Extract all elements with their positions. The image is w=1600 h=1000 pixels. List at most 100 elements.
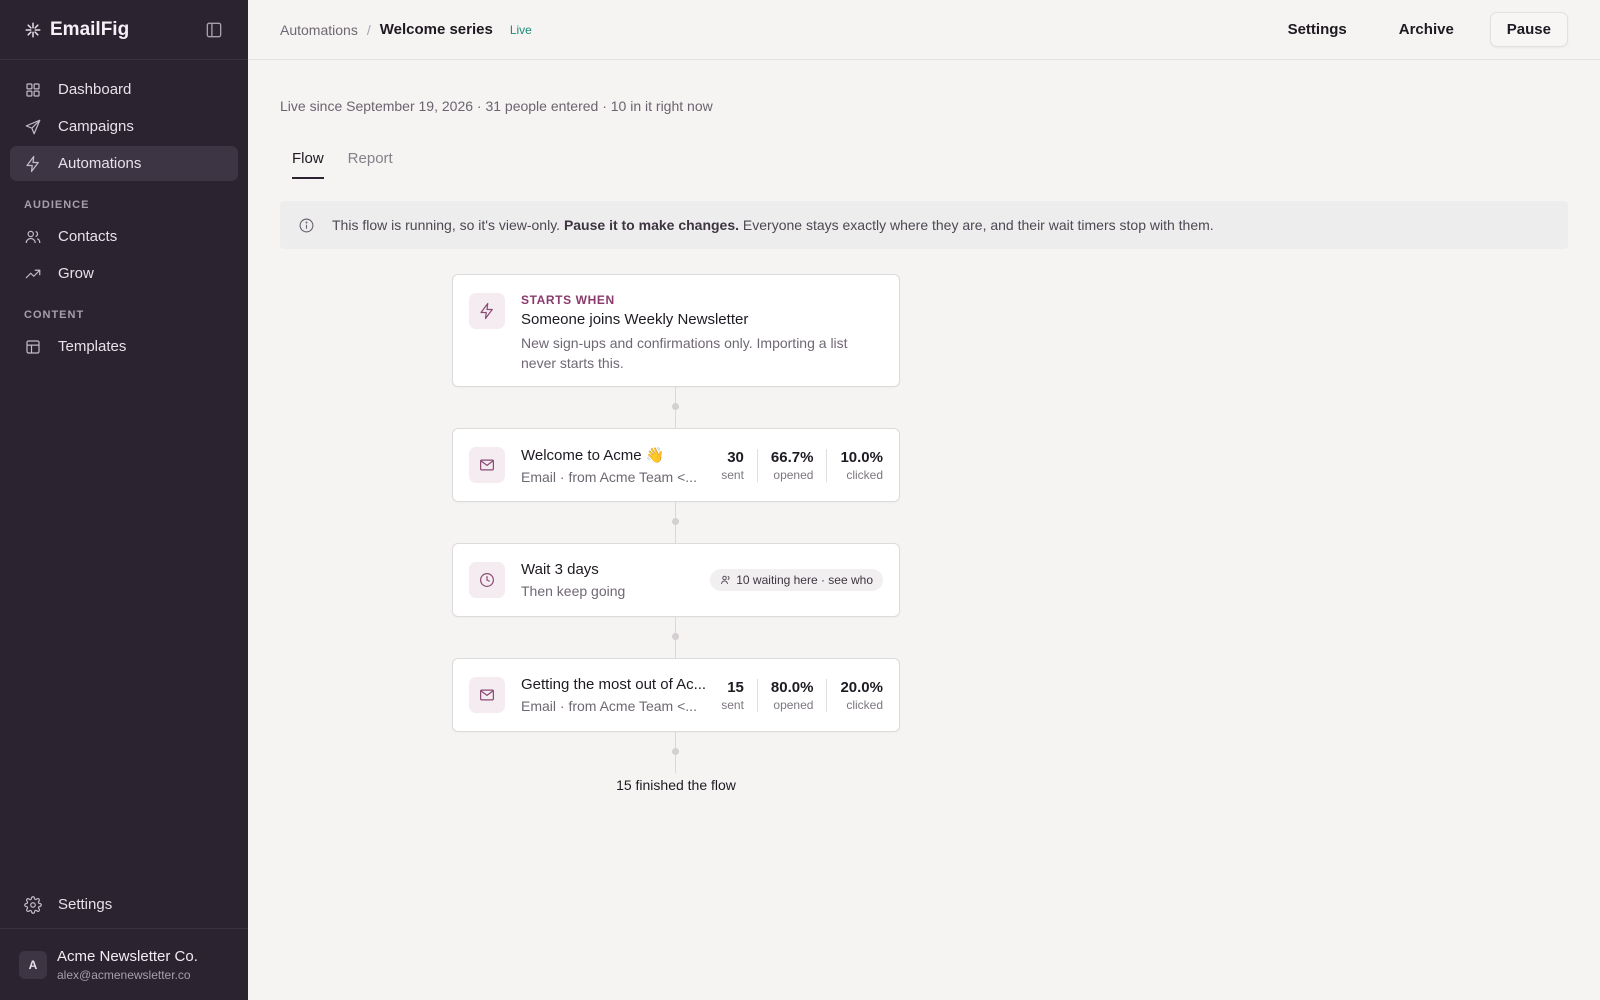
avatar: A bbox=[19, 950, 47, 979]
flow-canvas: STARTS WHEN Someone joins Weekly Newslet… bbox=[452, 274, 900, 793]
users-icon bbox=[25, 230, 41, 243]
stat-label: sent bbox=[721, 467, 744, 482]
email-sender: Email · from Acme Team <... bbox=[521, 468, 697, 485]
flow-connector bbox=[452, 502, 900, 543]
email-step-card[interactable]: Getting the most out of Ac... Email · fr… bbox=[452, 658, 900, 732]
tab-bar: Flow Report bbox=[292, 150, 1568, 179]
flow-finished-count: 15 finished the flow bbox=[616, 777, 736, 793]
waiting-people-button[interactable]: 10 waiting here · see who bbox=[710, 569, 883, 591]
mail-icon bbox=[480, 689, 494, 701]
nav-section-content: CONTENT bbox=[24, 309, 85, 321]
nav-section-audience: AUDIENCE bbox=[24, 199, 90, 211]
flow-meta: Live since September 19, 2026 · 31 peopl… bbox=[280, 98, 713, 114]
account-switcher[interactable]: A Acme Newsletter Co. alex@acmenewslette… bbox=[0, 928, 248, 1000]
sidebar-item-label: Dashboard bbox=[58, 81, 132, 98]
stat-opened: 80.0% opened bbox=[756, 678, 827, 712]
flow-connector bbox=[452, 617, 900, 658]
wait-title: Wait 3 days bbox=[521, 561, 599, 578]
waiting-count: 10 waiting here · see who bbox=[736, 573, 873, 587]
email-sender: Email · from Acme Team <... bbox=[521, 698, 697, 714]
stat-label: sent bbox=[721, 697, 744, 712]
stat-value: 66.7% bbox=[770, 448, 814, 466]
sidebar-item-label: Settings bbox=[58, 896, 113, 913]
stat-value: 80.0% bbox=[770, 678, 814, 696]
page-title: Welcome series bbox=[379, 21, 493, 38]
stat-clicked: 20.0% clicked bbox=[826, 678, 883, 712]
banner-text: This flow is running, so it's view-only.… bbox=[332, 217, 1214, 233]
trigger-icon-tile bbox=[469, 293, 505, 329]
brand-bar: EmailFig bbox=[0, 0, 248, 60]
tab-report[interactable]: Report bbox=[348, 150, 393, 179]
sidebar-item-label: Templates bbox=[58, 338, 127, 355]
top-bar: Automations / Welcome series Live Settin… bbox=[248, 0, 1600, 60]
template-icon bbox=[26, 339, 40, 354]
dashboard-icon bbox=[26, 82, 40, 97]
stat-opened: 66.7% opened bbox=[756, 448, 827, 482]
sidebar-nav: Dashboard Campaigns Automations AUDIENCE… bbox=[0, 60, 248, 364]
sidebar: EmailFig Dashboard Campaigns Automations… bbox=[0, 0, 248, 1000]
info-icon bbox=[299, 218, 314, 232]
email-icon-tile bbox=[469, 447, 505, 483]
trigger-title: Someone joins Weekly Newsletter bbox=[521, 311, 749, 328]
stat-value: 20.0% bbox=[840, 678, 883, 696]
gear-icon bbox=[24, 895, 42, 914]
bolt-icon bbox=[26, 155, 39, 172]
account-email: alex@acmenewsletter.co bbox=[57, 967, 191, 982]
email-step-card[interactable]: Welcome to Acme 👋 Email · from Acme Team… bbox=[452, 428, 900, 502]
users-icon bbox=[721, 575, 730, 585]
sidebar-item-automations[interactable]: Automations bbox=[10, 146, 238, 181]
trending-up-icon bbox=[25, 269, 41, 278]
view-only-banner: This flow is running, so it's view-only.… bbox=[280, 201, 1568, 249]
send-icon bbox=[25, 119, 41, 134]
email-stats: 30 sent 66.7% opened 10.0% clicked bbox=[721, 448, 883, 482]
status-badge: Live bbox=[509, 22, 532, 37]
breadcrumb-separator: / bbox=[366, 21, 371, 38]
stat-sent: 15 sent bbox=[721, 679, 757, 712]
sidebar-toggle-icon[interactable] bbox=[204, 20, 224, 40]
sidebar-item-label: Contacts bbox=[58, 228, 118, 245]
sidebar-item-grow[interactable]: Grow bbox=[10, 256, 238, 291]
breadcrumb-automations[interactable]: Automations bbox=[280, 22, 358, 38]
sidebar-item-contacts[interactable]: Contacts bbox=[10, 219, 238, 254]
main-content: Live since September 19, 2026 · 31 peopl… bbox=[248, 60, 1600, 1000]
clock-icon bbox=[480, 573, 494, 587]
brand-name: EmailFig bbox=[50, 18, 130, 40]
email-title: Welcome to Acme 👋 bbox=[521, 446, 665, 464]
sidebar-item-settings[interactable]: Settings bbox=[10, 887, 238, 922]
sidebar-item-templates[interactable]: Templates bbox=[10, 329, 238, 364]
stat-value: 15 bbox=[727, 678, 744, 696]
wait-icon-tile bbox=[469, 562, 505, 598]
stat-value: 30 bbox=[727, 448, 744, 466]
stat-label: opened bbox=[773, 697, 814, 712]
sidebar-item-label: Automations bbox=[58, 155, 142, 172]
sidebar-item-campaigns[interactable]: Campaigns bbox=[10, 109, 238, 144]
trigger-eyebrow: STARTS WHEN bbox=[521, 293, 615, 307]
logo-icon bbox=[25, 22, 41, 37]
tab-flow[interactable]: Flow bbox=[292, 150, 324, 179]
mail-icon bbox=[480, 459, 494, 471]
trigger-description: New sign-ups and confirmations only. Imp… bbox=[521, 335, 848, 371]
stat-clicked: 10.0% clicked bbox=[826, 448, 883, 482]
banner-suffix: Everyone stays exactly where they are, a… bbox=[742, 217, 1214, 233]
header-actions: Settings Archive Pause bbox=[1252, 12, 1568, 47]
flow-connector bbox=[452, 387, 900, 428]
banner-emphasis: Pause it to make changes. bbox=[563, 217, 740, 233]
settings-button[interactable]: Settings bbox=[1272, 13, 1363, 46]
trigger-card[interactable]: STARTS WHEN Someone joins Weekly Newslet… bbox=[452, 274, 900, 387]
sidebar-item-dashboard[interactable]: Dashboard bbox=[10, 72, 238, 107]
stat-value: 10.0% bbox=[840, 448, 883, 466]
flow-connector bbox=[452, 732, 900, 773]
email-title: Getting the most out of Ac... bbox=[521, 676, 707, 693]
wait-step-card[interactable]: Wait 3 days Then keep going 10 waiting h… bbox=[452, 543, 900, 617]
banner-prefix: This flow is running, so it's view-only. bbox=[332, 217, 561, 233]
stat-label: clicked bbox=[846, 467, 883, 482]
sidebar-item-label: Grow bbox=[58, 265, 94, 282]
stat-sent: 30 sent bbox=[721, 449, 757, 482]
wait-subtitle: Then keep going bbox=[521, 583, 626, 599]
bolt-icon bbox=[480, 302, 493, 320]
stat-label: clicked bbox=[846, 697, 883, 712]
stat-label: opened bbox=[773, 467, 814, 482]
pause-button[interactable]: Pause bbox=[1489, 12, 1568, 47]
archive-button[interactable]: Archive bbox=[1383, 13, 1470, 46]
sidebar-footer: Settings A Acme Newsletter Co. alex@acme… bbox=[0, 887, 248, 1000]
